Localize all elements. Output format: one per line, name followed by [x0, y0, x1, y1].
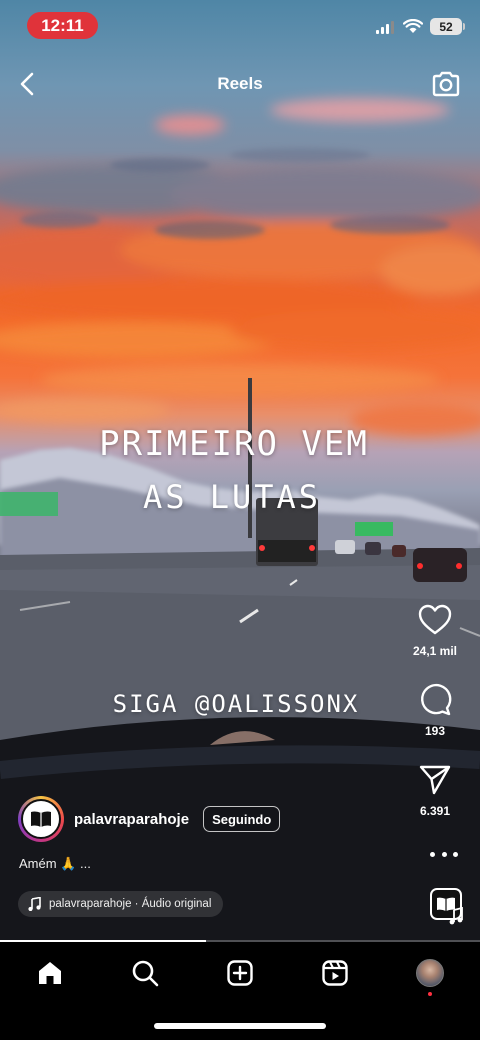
share-button[interactable]: 6.391: [390, 764, 480, 818]
camera-icon[interactable]: [430, 68, 462, 100]
signal-icon: [376, 20, 394, 34]
tab-search[interactable]: [125, 956, 165, 990]
comment-button[interactable]: 193: [390, 682, 480, 738]
more-options-icon[interactable]: [430, 845, 458, 863]
tab-profile[interactable]: [410, 956, 450, 996]
following-button[interactable]: Seguindo: [203, 806, 281, 832]
tab-create[interactable]: [220, 956, 260, 990]
heart-icon: [418, 604, 452, 635]
create-icon: [227, 960, 253, 986]
send-icon: [419, 765, 451, 795]
music-note-icon: [28, 897, 41, 911]
audio-note-icon: [449, 907, 463, 925]
reel-caption[interactable]: Amém 🙏 ...: [19, 856, 91, 872]
likes-count: 24,1 mil: [412, 644, 458, 658]
bottom-tab-bar: [0, 942, 480, 1040]
like-button[interactable]: 24,1 mil: [390, 604, 480, 658]
top-bar: Reels: [0, 62, 480, 106]
home-indicator: [154, 1023, 326, 1029]
comment-icon: [421, 683, 452, 716]
comments-count: 193: [424, 724, 446, 738]
audio-attribution[interactable]: palavraparahoje · Áudio original: [18, 891, 224, 917]
status-time[interactable]: 12:11: [27, 12, 98, 39]
author-username[interactable]: palavraparahoje: [74, 811, 189, 828]
wifi-icon: [403, 19, 423, 33]
shares-count: 6.391: [419, 804, 451, 818]
tab-home[interactable]: [30, 956, 70, 990]
tab-reels[interactable]: [315, 956, 355, 990]
search-icon: [132, 960, 159, 987]
profile-icon: [416, 959, 444, 987]
book-icon: [31, 811, 51, 827]
status-bar: 12:11 52: [0, 0, 480, 52]
overlay-line-1: PRIMEIRO VEM: [99, 424, 369, 464]
notification-dot: [428, 992, 432, 996]
page-title: Reels: [217, 74, 263, 93]
overlay-line-2: AS LUTAS: [142, 478, 322, 516]
battery-indicator: 52: [430, 18, 465, 35]
author-avatar[interactable]: [18, 796, 64, 842]
audio-label: palavraparahoje · Áudio original: [49, 898, 212, 910]
reels-icon: [322, 960, 348, 986]
home-icon: [39, 962, 61, 984]
author-row: palavraparahoje Seguindo: [18, 796, 281, 842]
